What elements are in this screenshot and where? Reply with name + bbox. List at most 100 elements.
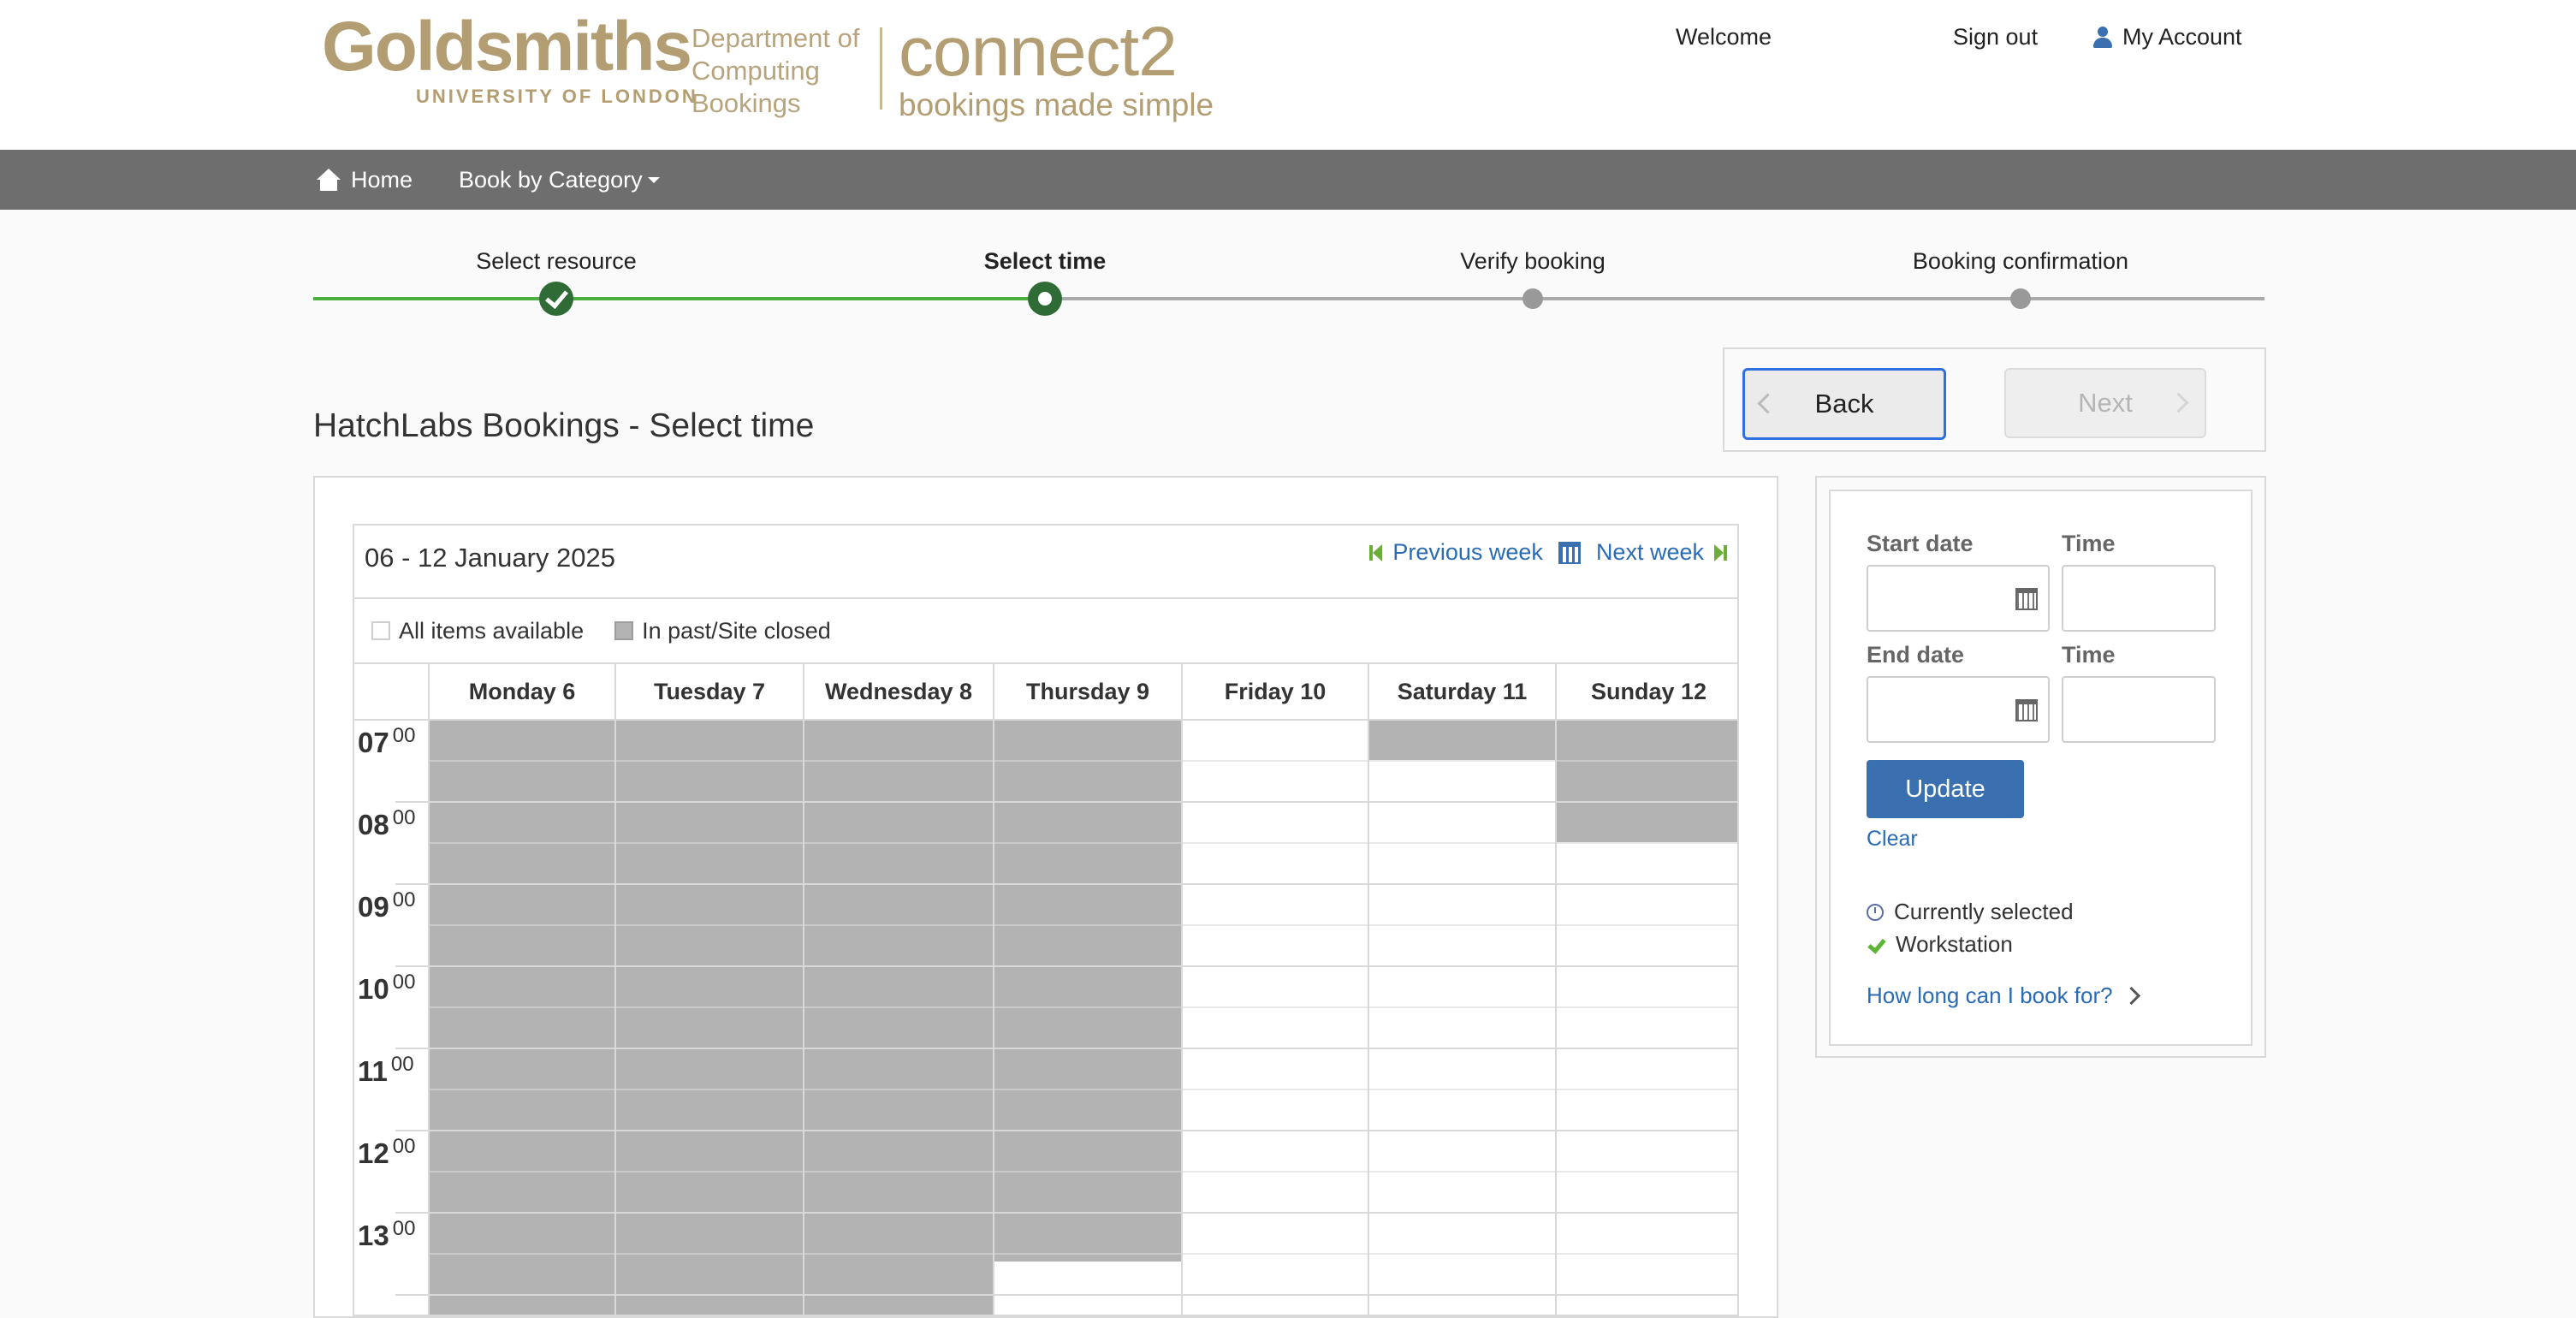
pending-step-icon (2010, 288, 2031, 309)
calendar-toolbar: 06 - 12 January 2025 Previous week Next … (353, 524, 1739, 599)
back-button-label: Back (1814, 389, 1874, 419)
key-currently-selected: Currently selected (1867, 899, 2074, 925)
closed-block (1555, 719, 1737, 842)
hour-label: 13 00 (358, 1217, 415, 1252)
next-icon-bar (1724, 544, 1727, 561)
calendar-legend: All items available In past/Site closed (353, 599, 1739, 662)
minute-value: 00 (392, 806, 416, 829)
logo-wordmark: Goldsmiths (322, 8, 692, 86)
date-filter-panel: Start date Time End date Time Update Cle… (1815, 476, 2266, 1058)
check-icon (1867, 936, 1885, 953)
chevron-right-icon (2122, 986, 2140, 1006)
hour-line (395, 1130, 1737, 1131)
next-week-label: Next week (1595, 539, 1704, 565)
connect2-wordmark: connect2 (899, 13, 1178, 91)
calendar-icon[interactable] (1558, 541, 1581, 564)
column-divider (1555, 664, 1557, 1315)
minute-value: 00 (392, 888, 416, 911)
site-header: Goldsmiths UNIVERSITY OF LONDON Departme… (0, 0, 2576, 150)
step-select-time: Select time (831, 248, 1259, 316)
step-verify-booking: Verify booking (1319, 248, 1747, 309)
hour-value: 08 (358, 809, 389, 840)
column-divider (1181, 664, 1183, 1315)
end-date-input[interactable] (1867, 676, 2050, 743)
column-divider (803, 664, 804, 1315)
step-label: Verify booking (1460, 248, 1606, 274)
next-arrow-icon (1714, 543, 1724, 561)
column-divider (993, 664, 994, 1315)
calendar-icon[interactable] (2015, 588, 2038, 610)
clear-link[interactable]: Clear (1867, 827, 1918, 852)
department-line-2: Computing (691, 56, 820, 86)
hour-value: 07 (358, 727, 389, 758)
nav-book-by-category[interactable]: Book by Category (459, 150, 660, 210)
previous-week-link[interactable]: Previous week (1369, 539, 1543, 566)
step-label: Select resource (476, 248, 637, 274)
header-divider (354, 719, 1737, 721)
hour-value: 10 (358, 973, 389, 1005)
connect2-logo: connect2 bookings made simple (899, 17, 1214, 123)
next-button[interactable]: Next (2004, 368, 2206, 438)
back-button[interactable]: Back (1742, 368, 1946, 440)
check-icon (539, 282, 573, 316)
nav-book-by-category-label: Book by Category (459, 166, 643, 193)
current-step-icon (1028, 282, 1062, 316)
hour-label: 10 00 (358, 971, 415, 1006)
how-long-label: How long can I book for? (1867, 983, 2113, 1008)
update-button[interactable]: Update (1867, 760, 2024, 818)
half-hour-line (428, 1089, 1737, 1090)
main-navbar: Home Book by Category (0, 150, 2576, 210)
minute-value: 00 (392, 971, 416, 994)
hour-label: 07 00 (358, 724, 415, 759)
minute-value: 00 (392, 724, 416, 747)
how-long-link[interactable]: How long can I book for? (1867, 983, 2140, 1009)
half-hour-line (428, 842, 1737, 844)
chevron-left-icon (1757, 393, 1778, 414)
half-hour-line (428, 1006, 1737, 1008)
half-hour-line (428, 924, 1737, 926)
hour-label: 12 00 (358, 1135, 415, 1170)
start-time-input[interactable] (2062, 565, 2216, 632)
goldsmiths-logo[interactable]: Goldsmiths UNIVERSITY OF LONDON (322, 8, 696, 108)
nav-home[interactable]: Home (317, 150, 413, 210)
start-date-label: Start date (1867, 531, 1974, 556)
hour-line (395, 1048, 1737, 1049)
department-line-3: Bookings (691, 88, 801, 118)
minute-value: 00 (392, 1217, 416, 1240)
calendar-panel: 06 - 12 January 2025 Previous week Next … (313, 476, 1778, 1318)
week-navigation: Previous week Next week (1369, 539, 1727, 566)
day-header: Saturday 11 (1368, 664, 1555, 719)
previous-week-label: Previous week (1392, 539, 1543, 565)
chevron-right-icon (2168, 392, 2189, 413)
hour-line (395, 883, 1737, 885)
hour-line (395, 801, 1737, 803)
hour-label: 11 00 (358, 1053, 414, 1088)
key-workstation-label: Workstation (1896, 931, 2013, 957)
hour-value: 11 (358, 1055, 388, 1087)
sign-out-link[interactable]: Sign out (1953, 24, 2038, 50)
week-range: 06 - 12 January 2025 (365, 543, 615, 573)
calendar-icon[interactable] (2015, 699, 2038, 721)
closed-block (428, 719, 614, 1315)
column-divider (614, 664, 616, 1315)
my-account-link[interactable]: My Account (2092, 24, 2242, 50)
day-header: Friday 10 (1181, 664, 1368, 719)
page-title: HatchLabs Bookings - Select time (313, 407, 815, 444)
step-label: Booking confirmation (1912, 248, 2129, 274)
department-name: Department of Computing Bookings (691, 22, 871, 120)
step-select-resource[interactable]: Select resource (342, 248, 770, 316)
next-week-link[interactable]: Next week (1596, 539, 1727, 566)
calendar-grid[interactable]: Monday 6 Tuesday 7 Wednesday 8 Thursday 9 Fr… (353, 662, 1739, 1316)
day-header: Sunday 12 (1555, 664, 1737, 719)
day-header: Tuesday 7 (614, 664, 803, 719)
hour-label: 09 00 (358, 888, 415, 923)
end-time-input[interactable] (2062, 676, 2216, 743)
legend-closed: In past/Site closed (642, 617, 831, 644)
closed-block (1368, 719, 1555, 760)
start-time-label: Time (2062, 531, 2116, 556)
start-date-input[interactable] (1867, 565, 2050, 632)
welcome-text: Welcome (1676, 24, 1772, 50)
half-hour-line (428, 1253, 1737, 1255)
wizard-buttons: Back Next (1723, 347, 2266, 452)
pending-step-icon (1522, 288, 1543, 309)
